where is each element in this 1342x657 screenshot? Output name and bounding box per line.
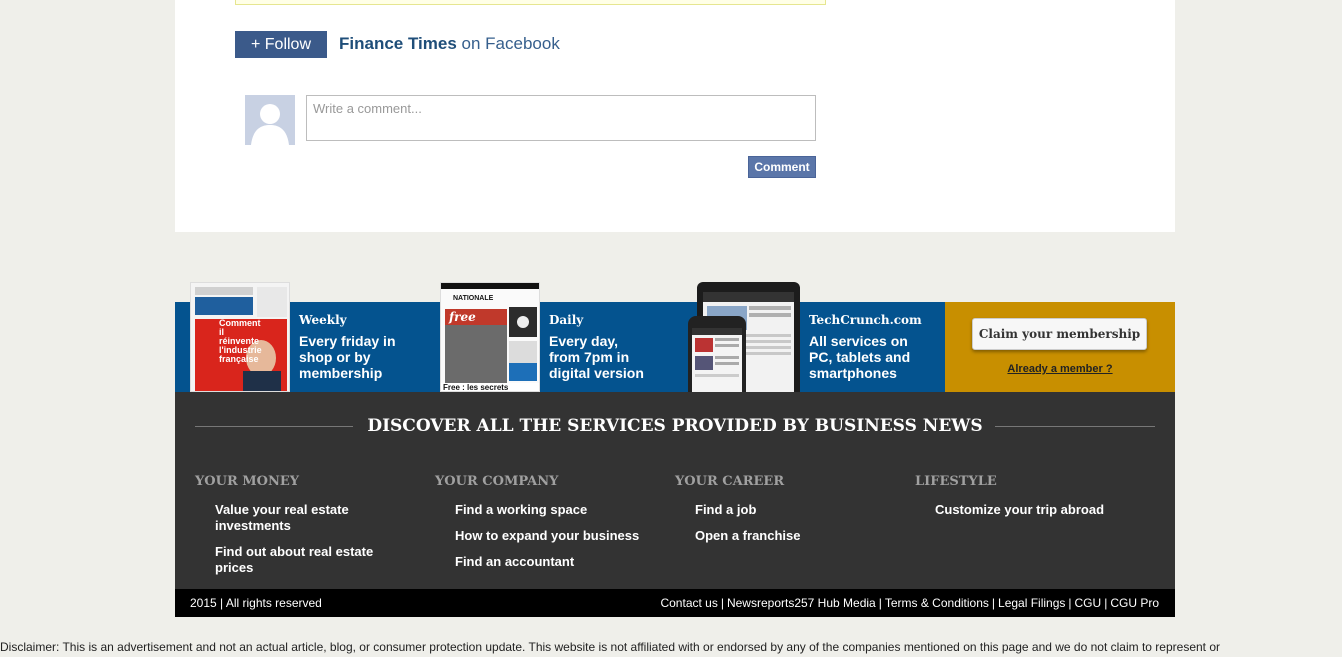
services-column-career: YOUR CAREER Find a job Open a franchise [675, 474, 895, 554]
digital-title: TechCrunch.com [809, 313, 922, 327]
comment-card: + Follow Finance Times on Facebook Comme… [175, 0, 1175, 232]
column-title: YOUR CAREER [675, 474, 785, 489]
facebook-page-link[interactable]: Finance Times on Facebook [339, 34, 560, 54]
digital-text: All services on PC, tablets and smartpho… [809, 333, 911, 381]
daily-magazine-cover: NATIONALE free Free : les secrets [440, 282, 540, 392]
user-silhouette-icon [245, 95, 295, 145]
column-title: YOUR COMPANY [435, 474, 559, 489]
column-title: YOUR MONEY [195, 474, 300, 489]
services-column-company: YOUR COMPANY Find a working space How to… [435, 474, 655, 580]
service-link[interactable]: Open a franchise [695, 528, 875, 544]
daily-text: Every day, from 7pm in digital version [549, 333, 644, 381]
footer-link-legal[interactable]: Legal Filings [998, 596, 1065, 610]
comment-submit-button[interactable]: Comment [748, 156, 816, 178]
already-member-link[interactable]: Already a member ? [945, 363, 1175, 375]
service-link[interactable]: Find out about real estate prices [215, 544, 395, 576]
footer-link-cgu-pro[interactable]: CGU Pro [1110, 596, 1159, 610]
follow-button[interactable]: + Follow [235, 31, 327, 58]
services-column-lifestyle: LIFESTYLE Customize your trip abroad [915, 474, 1135, 528]
daily-cover-brand: free [449, 310, 476, 324]
service-link[interactable]: How to expand your business [455, 528, 655, 544]
footer-link-media[interactable]: Newsreports257 Hub Media [727, 596, 876, 610]
service-link[interactable]: Find an accountant [455, 554, 635, 570]
weekly-text: Every friday in shop or by membership [299, 333, 396, 381]
notice-bar [235, 0, 826, 5]
copyright-text: 2015 | All rights reserved [190, 596, 322, 610]
column-title: LIFESTYLE [915, 474, 997, 489]
claim-membership-button[interactable]: Claim your membership [972, 318, 1147, 350]
phone-device [688, 316, 746, 392]
weekly-title: Weekly [299, 313, 347, 327]
service-link[interactable]: Value your real estate investments [215, 502, 395, 534]
page-name[interactable]: Finance Times [339, 34, 457, 53]
footer-link-terms[interactable]: Terms & Conditions [885, 596, 989, 610]
footer-link-contact[interactable]: Contact us [660, 596, 717, 610]
comment-input[interactable] [306, 95, 816, 141]
service-link[interactable]: Customize your trip abroad [935, 502, 1135, 518]
daily-masthead: NATIONALE [453, 295, 494, 302]
daily-cover-caption: Free : les secrets [443, 383, 509, 392]
weekly-cover-headline: Comment il réinvente l'industrie françai… [219, 318, 262, 364]
service-link[interactable]: Find a job [695, 502, 875, 518]
footer-link-cgu[interactable]: CGU [1075, 596, 1102, 610]
footer-bar: 2015 | All rights reserved Contact us | Ne… [175, 589, 1175, 617]
disclaimer-text: Disclaimer: This is an advertisement and… [0, 640, 1221, 654]
service-link[interactable]: Find a working space [455, 502, 635, 518]
daily-title: Daily [549, 313, 584, 327]
services-column-money: YOUR MONEY Value your real estate invest… [195, 474, 415, 586]
footer-links: Contact us | Newsreports257 Hub Media | Term… [660, 596, 1159, 610]
avatar [245, 95, 295, 145]
subscription-promo: Comment il réinvente l'industrie françai… [175, 282, 1175, 392]
services-section: DISCOVER ALL THE SERVICES PROVIDED BY BU… [175, 392, 1175, 589]
services-heading: DISCOVER ALL THE SERVICES PROVIDED BY BU… [367, 416, 983, 436]
platform-text: on Facebook [461, 34, 560, 53]
membership-panel: Claim your membership Already a member ? [945, 302, 1175, 392]
weekly-magazine-cover: Comment il réinvente l'industrie françai… [190, 282, 290, 392]
